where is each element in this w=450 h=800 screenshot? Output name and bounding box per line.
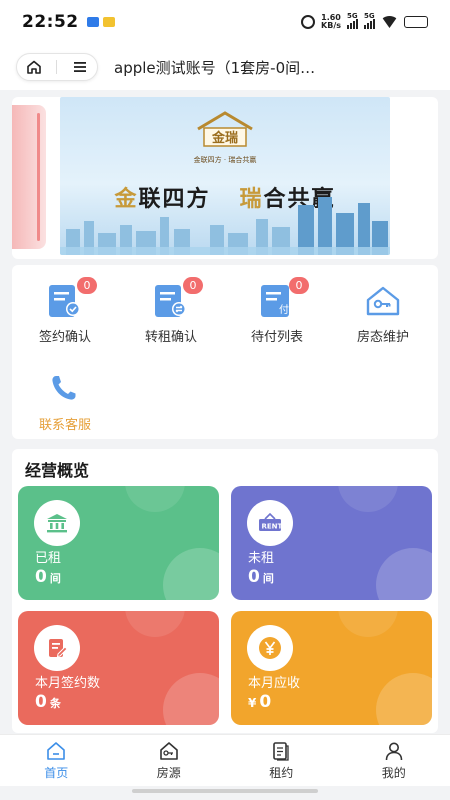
tab-properties[interactable]: 房源 xyxy=(113,735,226,786)
tab-label: 首页 xyxy=(44,766,69,780)
sms-notification-icon xyxy=(102,17,115,27)
stat-card-monthly-receivable[interactable]: 本月应收 ¥0 xyxy=(231,611,432,725)
contract-check-icon: 0 xyxy=(45,277,97,319)
stat-label: 已租 xyxy=(35,551,62,566)
page-title: apple测试账号（1套房-0间… xyxy=(114,58,316,77)
action-badge: 0 xyxy=(289,277,309,294)
business-overview-panel: 经营概览 已租 0间 RENT 未租 0间 本月签约数 0条 本月应收 ¥0 xyxy=(12,449,438,733)
sim1-label: 5G xyxy=(347,12,358,20)
city-skyline-image xyxy=(60,197,390,255)
header: apple测试账号（1套房-0间… xyxy=(0,44,450,90)
section-title: 经营概览 xyxy=(25,461,90,480)
signal-1-icon: 5G xyxy=(347,12,358,29)
home-button[interactable] xyxy=(22,55,46,79)
payment-list-icon: 付 0 xyxy=(257,277,309,319)
tab-home[interactable]: 首页 xyxy=(0,735,113,786)
sublet-transfer-icon: 0 xyxy=(151,277,203,319)
alarm-icon xyxy=(301,15,316,29)
stat-card-monthly-contracts[interactable]: 本月签约数 0条 xyxy=(18,611,219,725)
stat-card-unrented[interactable]: RENT 未租 0间 xyxy=(231,486,432,600)
notification-icons xyxy=(86,17,115,27)
stat-value: 0间 xyxy=(35,567,61,587)
banner-prev-slide[interactable] xyxy=(12,105,46,249)
tab-label: 租约 xyxy=(269,766,294,780)
stat-label: 本月应收 xyxy=(248,676,301,691)
action-label: 联系客服 xyxy=(38,418,91,433)
stat-value: ¥0 xyxy=(248,692,272,712)
battery-icon xyxy=(404,16,428,28)
action-pending-payments[interactable]: 付 0 待付列表 xyxy=(227,277,327,345)
banner-carousel[interactable]: 金瑞 金联四方 · 瑞合共赢 金联四方 瑞合共赢 xyxy=(12,97,438,259)
action-label: 签约确认 xyxy=(38,330,91,345)
sim2-label: 5G xyxy=(364,12,375,20)
stat-value: 0间 xyxy=(248,567,274,587)
action-label: 房态维护 xyxy=(356,330,409,345)
svg-text:付: 付 xyxy=(279,303,289,316)
stat-label: 本月签约数 xyxy=(35,676,101,691)
rent-sign-icon: RENT xyxy=(247,500,293,546)
menu-icon xyxy=(73,62,86,72)
action-label: 待付列表 xyxy=(250,330,303,345)
phone-icon xyxy=(45,371,85,407)
bank-icon xyxy=(34,500,80,546)
stat-card-rented[interactable]: 已租 0间 xyxy=(18,486,219,600)
tab-label: 房源 xyxy=(156,766,181,780)
bottom-tab-bar: 首页 房源 租约 我的 xyxy=(0,734,450,786)
stat-value: 0条 xyxy=(35,692,61,712)
tab-mine[interactable]: 我的 xyxy=(338,735,450,786)
brand-logo-text: 金瑞 xyxy=(211,131,238,146)
tab-label: 我的 xyxy=(381,766,406,780)
status-bar: 22:52 1.60 KB/s 5G 5G xyxy=(0,0,450,44)
yen-icon xyxy=(247,625,293,671)
status-indicators: 1.60 KB/s 5G 5G xyxy=(301,12,428,30)
nav-capsule xyxy=(16,53,98,81)
home-indicator[interactable] xyxy=(132,789,318,793)
house-key-icon xyxy=(159,742,178,760)
action-badge: 0 xyxy=(183,277,203,294)
message-notification-icon xyxy=(86,17,99,27)
action-sublet-confirm[interactable]: 0 转租确认 xyxy=(121,277,221,345)
home-icon xyxy=(27,60,41,74)
stat-label: 未租 xyxy=(248,551,275,566)
key-maintenance-icon xyxy=(363,283,403,319)
menu-button[interactable] xyxy=(68,55,92,79)
action-room-status[interactable]: 房态维护 xyxy=(333,283,433,345)
quick-actions-panel: 0 签约确认 0 转租确认 付 0 待付列表 房态维护 联系客服 xyxy=(12,265,438,439)
action-badge: 0 xyxy=(77,277,97,294)
banner-slide[interactable]: 金瑞 金联四方 · 瑞合共赢 金联四方 瑞合共赢 xyxy=(60,97,390,255)
home-tab-icon xyxy=(47,742,66,760)
svg-text:RENT: RENT xyxy=(262,523,283,531)
wifi-icon xyxy=(381,16,398,28)
net-speed-unit: KB/s xyxy=(321,21,341,30)
user-icon xyxy=(385,742,403,761)
action-label: 转租确认 xyxy=(144,330,197,345)
action-contract-confirm[interactable]: 0 签约确认 xyxy=(15,277,115,345)
tab-leases[interactable]: 租约 xyxy=(225,735,338,786)
action-contact-service[interactable]: 联系客服 xyxy=(15,371,115,433)
brand-logo-subtitle: 金联四方 · 瑞合共赢 xyxy=(193,156,257,164)
status-time: 22:52 xyxy=(22,12,79,32)
net-speed: 1.60 KB/s xyxy=(321,14,341,30)
lease-doc-icon xyxy=(273,742,289,761)
signal-2-icon: 5G xyxy=(364,12,375,29)
edit-document-icon xyxy=(34,625,80,671)
